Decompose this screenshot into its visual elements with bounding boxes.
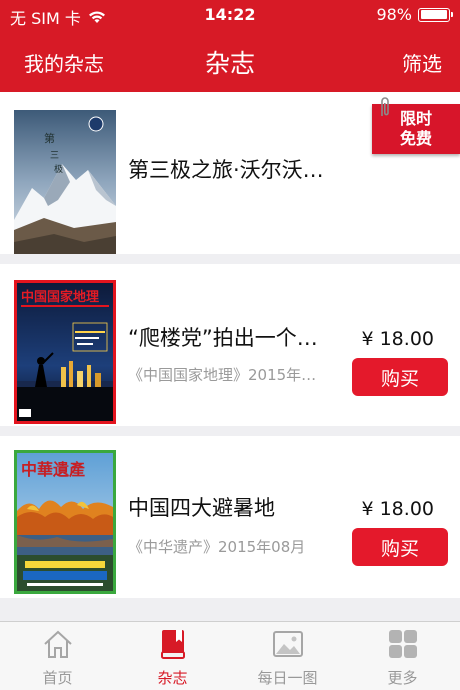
nav-bar: 我的杂志 杂志 筛选: [0, 30, 460, 92]
magazine-cover[interactable]: 第 三 极: [14, 110, 116, 254]
cover-image-mountain: 第 三 极: [14, 110, 116, 254]
battery-percent: 98%: [376, 5, 412, 24]
limited-free-badge: 限时 免费: [372, 97, 460, 154]
cover-title-text: 中国国家地理: [21, 289, 99, 305]
status-right: 98%: [376, 5, 453, 24]
magazine-cover[interactable]: 中華遺產: [14, 450, 116, 594]
cover-image-city-night: 中国国家地理: [17, 283, 113, 421]
list-item[interactable]: 第 三 极 第三极之旅·沃尔沃… 限时 免费: [0, 92, 460, 254]
tab-magazine[interactable]: 杂志: [115, 622, 230, 690]
status-bar: 无 SIM 卡 14:22 98%: [0, 0, 460, 30]
page-title: 杂志: [204, 49, 255, 78]
item-title: 中国四大避暑地: [128, 496, 275, 520]
magazine-icon: [160, 630, 185, 659]
buy-button[interactable]: 购买: [352, 358, 448, 396]
filter-button[interactable]: 筛选: [402, 48, 442, 77]
tab-label: 首页: [42, 669, 73, 687]
item-price: ¥ 18.00: [361, 498, 434, 520]
grid-icon: [388, 630, 417, 658]
tab-home[interactable]: 首页: [0, 622, 115, 690]
paperclip-icon: [381, 97, 389, 116]
tab-more[interactable]: 更多: [345, 622, 460, 690]
tab-daily-picture[interactable]: 每日一图: [230, 622, 345, 690]
svg-text:三: 三: [50, 151, 59, 161]
header: 无 SIM 卡 14:22 98% 我的杂志 杂志 筛选: [0, 0, 460, 92]
tab-label: 更多: [387, 669, 418, 687]
badge-line-2: 免费: [399, 129, 432, 148]
home-icon: [43, 630, 72, 658]
picture-icon: [272, 631, 303, 657]
tab-label: 每日一图: [257, 669, 318, 687]
cover-title-text: 中華遺產: [21, 460, 85, 479]
item-price: ¥ 18.00: [361, 328, 434, 350]
svg-text:第: 第: [44, 131, 55, 145]
battery-icon: [418, 7, 453, 22]
tab-bar: 首页 杂志 每日一图 更多: [0, 621, 460, 690]
list-item[interactable]: 中華遺產 中国四大避暑地 《中华遗产》2015年08月 ¥ 18.00 购买: [0, 436, 460, 598]
tab-label: 杂志: [157, 669, 188, 687]
badge-line-1: 限时: [399, 109, 432, 128]
item-subtitle: 《中华遗产》2015年08月: [128, 538, 306, 556]
item-subtitle: 《中国国家地理》2015年…: [128, 366, 317, 384]
cover-image-autumn-lake: 中華遺產: [17, 453, 113, 591]
item-title: “爬楼党”拍出一个…: [128, 326, 318, 350]
magazine-cover[interactable]: 中国国家地理: [14, 280, 116, 424]
item-title: 第三极之旅·沃尔沃…: [128, 158, 324, 182]
buy-button[interactable]: 购买: [352, 528, 448, 566]
svg-text:极: 极: [54, 163, 63, 175]
list-item[interactable]: 中国国家地理 “爬楼党”拍出一个… 《中国国家地理》2015年… ¥ 18.00…: [0, 264, 460, 426]
